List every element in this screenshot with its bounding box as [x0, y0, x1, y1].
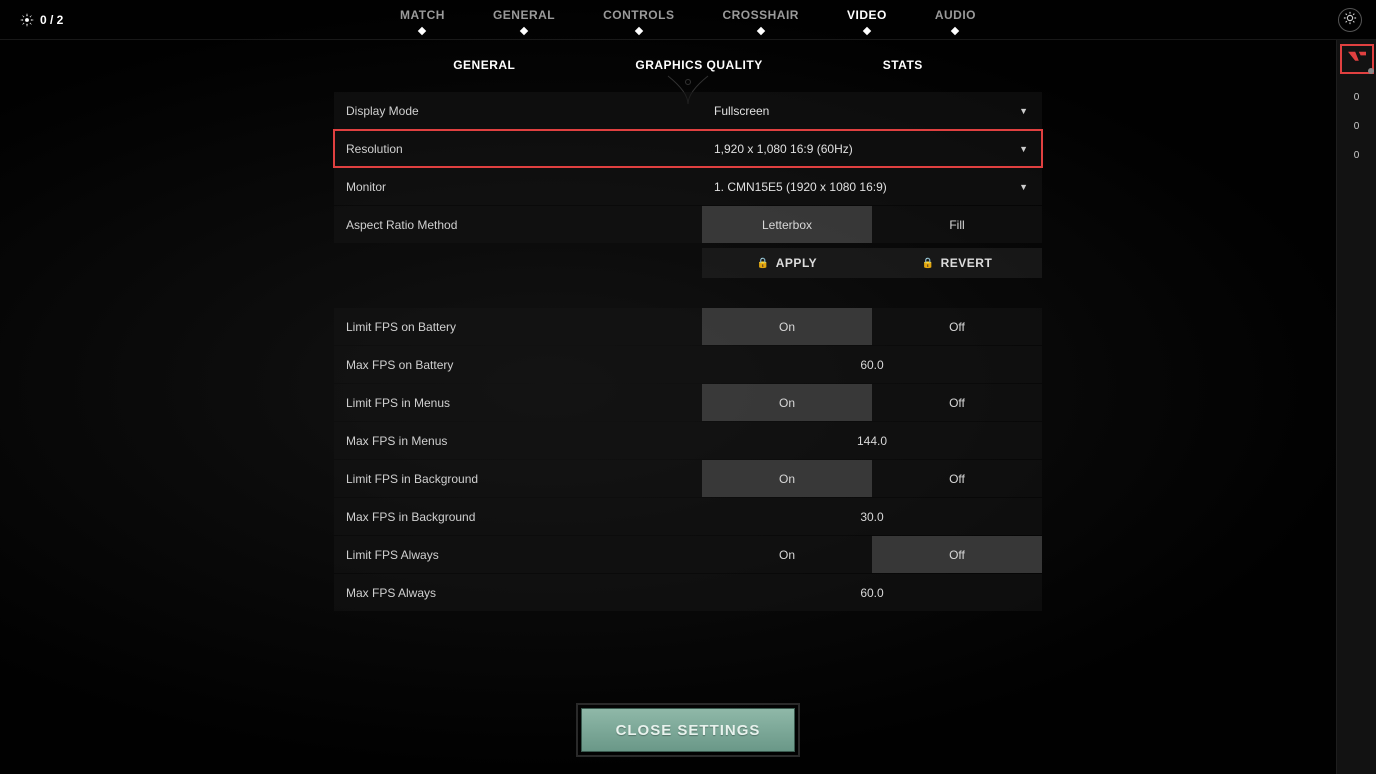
toggle-option-off[interactable]: Off [872, 308, 1042, 345]
row-max-fps-battery: Max FPS on Battery 60.0 [334, 346, 1042, 383]
toggle-option-on[interactable]: On [702, 536, 872, 573]
rail-item-1[interactable]: 0 [1354, 121, 1360, 132]
diamond-icon [635, 26, 643, 34]
value-max-fps-always[interactable]: 60.0 [702, 574, 1042, 611]
status-dot-icon [1368, 68, 1374, 74]
subtab-general[interactable]: GENERAL [453, 58, 515, 72]
toggle-option-on[interactable]: On [702, 384, 872, 421]
rail-item-0[interactable]: 0 [1354, 92, 1360, 103]
row-resolution: Resolution 1,920 x 1,080 16:9 (60Hz) ▼ [334, 130, 1042, 167]
lock-icon: 🔒 [922, 258, 935, 269]
settings-gear-button[interactable] [1338, 8, 1362, 32]
apply-revert-row: 🔒 APPLY 🔒 REVERT [702, 248, 1042, 278]
sub-tabs: GENERAL GRAPHICS QUALITY STATS [0, 40, 1376, 82]
subtab-stats[interactable]: STATS [883, 58, 923, 72]
row-limit-fps-menus: Limit FPS in Menus OnOff [334, 384, 1042, 421]
party-indicator: 0 / 2 [20, 13, 63, 27]
apply-button[interactable]: 🔒 APPLY [702, 248, 872, 278]
label-aspect-ratio: Aspect Ratio Method [334, 206, 702, 243]
diamond-icon [951, 26, 959, 34]
lock-icon: 🔒 [757, 258, 770, 269]
gear-icon [1343, 11, 1357, 30]
chevron-down-icon: ▼ [1019, 106, 1028, 116]
label-monitor: Monitor [334, 168, 702, 205]
toggle-option-on[interactable]: On [702, 308, 872, 345]
chevron-down-icon: ▼ [1019, 182, 1028, 192]
close-settings-button[interactable]: CLOSE SETTINGS [581, 708, 795, 752]
row-display-mode: Display Mode Fullscreen ▼ [334, 92, 1042, 129]
tab-crosshair[interactable]: CROSSHAIR [722, 8, 799, 32]
row-limit-fps-always: Limit FPS Always OnOff [334, 536, 1042, 573]
tab-video[interactable]: VIDEO [847, 8, 887, 32]
diamond-icon [418, 26, 426, 34]
game-logo-button[interactable] [1340, 44, 1374, 74]
row-max-fps-always: Max FPS Always 60.0 [334, 574, 1042, 611]
toggle-option-on[interactable]: On [702, 460, 872, 497]
tab-match[interactable]: MATCH [400, 8, 445, 32]
party-count: 0 / 2 [40, 13, 63, 27]
dropdown-display-mode[interactable]: Fullscreen ▼ [702, 92, 1042, 129]
spark-icon [20, 13, 34, 27]
toggle-option-letterbox[interactable]: Letterbox [702, 206, 872, 243]
dropdown-monitor[interactable]: 1. CMN15E5 (1920 x 1080 16:9) ▼ [702, 168, 1042, 205]
row-max-fps-background: Max FPS in Background 30.0 [334, 498, 1042, 535]
tab-controls[interactable]: CONTROLS [603, 8, 674, 32]
value-max-fps-menus[interactable]: 144.0 [702, 422, 1042, 459]
chevron-down-icon: ▼ [1019, 144, 1028, 154]
subtab-graphics-quality[interactable]: GRAPHICS QUALITY [635, 58, 762, 72]
main-tabs: MATCH GENERAL CONTROLS CROSSHAIR VIDEO AUDIO [400, 8, 976, 32]
tab-general[interactable]: GENERAL [493, 8, 555, 32]
rail-item-2[interactable]: 0 [1354, 150, 1360, 161]
value-max-fps-battery[interactable]: 60.0 [702, 346, 1042, 383]
row-max-fps-menus: Max FPS in Menus 144.0 [334, 422, 1042, 459]
dropdown-resolution[interactable]: 1,920 x 1,080 16:9 (60Hz) ▼ [702, 130, 1042, 167]
label-display-mode: Display Mode [334, 92, 702, 129]
label-resolution: Resolution [334, 130, 702, 167]
value-max-fps-background[interactable]: 30.0 [702, 498, 1042, 535]
toggle-option-off[interactable]: Off [872, 536, 1042, 573]
video-settings-panel: Display Mode Fullscreen ▼ Resolution 1,9… [334, 92, 1042, 611]
diamond-icon [520, 26, 528, 34]
row-monitor: Monitor 1. CMN15E5 (1920 x 1080 16:9) ▼ [334, 168, 1042, 205]
row-limit-fps-background: Limit FPS in Background OnOff [334, 460, 1042, 497]
row-limit-fps-battery: Limit FPS on Battery OnOff [334, 308, 1042, 345]
diamond-icon [756, 26, 764, 34]
diamond-icon [863, 26, 871, 34]
tab-audio[interactable]: AUDIO [935, 8, 976, 32]
row-aspect-ratio: Aspect Ratio Method LetterboxFill [334, 206, 1042, 243]
right-rail: 0 0 0 [1336, 40, 1376, 774]
toggle-option-off[interactable]: Off [872, 460, 1042, 497]
toggle-option-off[interactable]: Off [872, 384, 1042, 421]
top-bar: 0 / 2 MATCH GENERAL CONTROLS CROSSHAIR VIDEO… [0, 0, 1376, 40]
toggle-option-fill[interactable]: Fill [872, 206, 1042, 243]
revert-button[interactable]: 🔒 REVERT [872, 248, 1042, 278]
